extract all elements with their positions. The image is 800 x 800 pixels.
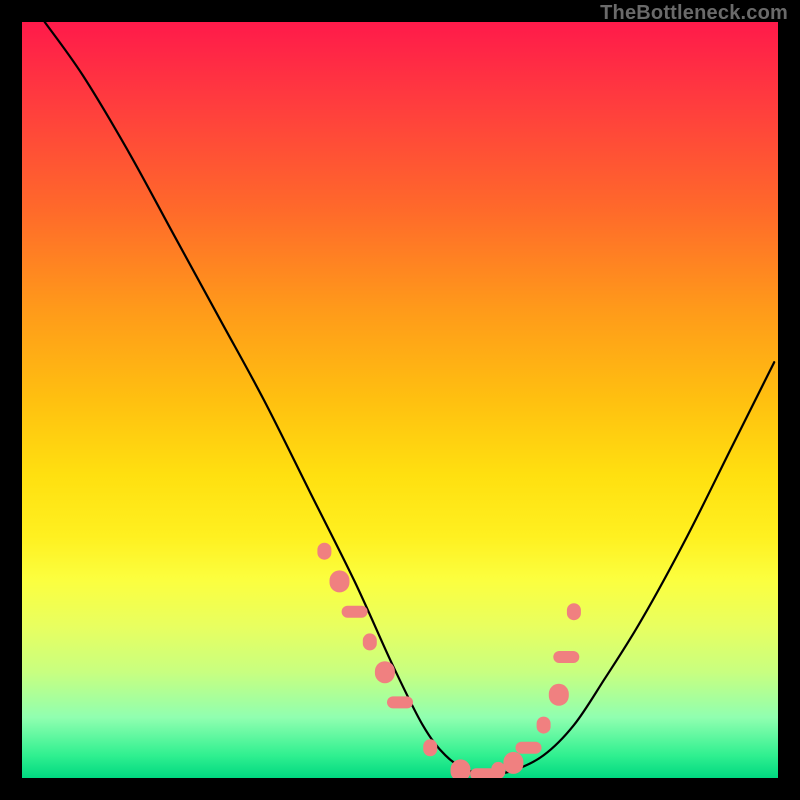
chart-frame: TheBottleneck.com — [0, 0, 800, 800]
marker-dot — [537, 717, 551, 734]
marker-dot — [342, 606, 368, 618]
marker-dot — [330, 570, 350, 592]
marker-dot — [423, 739, 437, 756]
marker-dot — [387, 696, 413, 708]
marker-dot — [363, 633, 377, 650]
bottleneck-curve — [45, 22, 775, 774]
marker-dot — [375, 661, 395, 683]
marker-dot — [516, 742, 542, 754]
marker-dot — [549, 684, 569, 706]
marker-dot — [317, 543, 331, 560]
marker-dot — [553, 651, 579, 663]
curve-layer — [22, 22, 778, 778]
marker-dot — [491, 762, 505, 778]
plot-area — [22, 22, 778, 778]
marker-dot — [503, 752, 523, 774]
highlight-markers — [317, 543, 581, 778]
marker-dot — [567, 603, 581, 620]
watermark-text: TheBottleneck.com — [600, 2, 788, 25]
